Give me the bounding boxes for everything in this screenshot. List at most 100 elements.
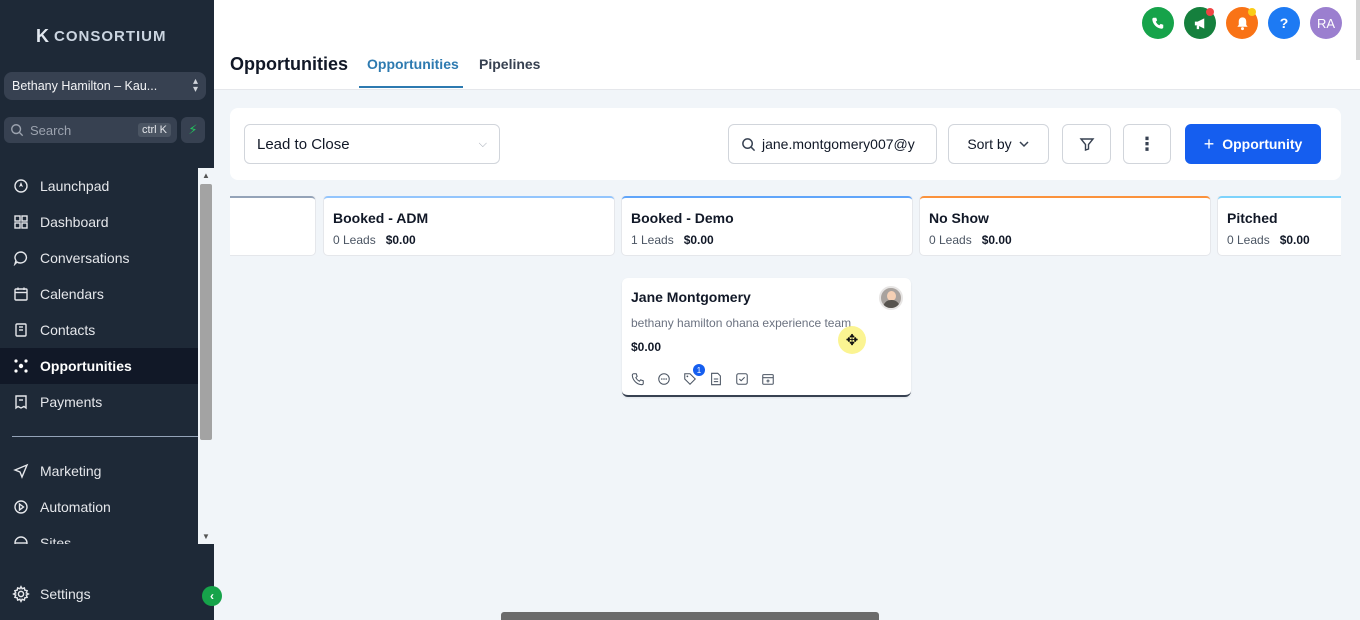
move-cursor-icon: ✥	[838, 326, 866, 354]
lightning-icon: ⚡	[188, 122, 198, 137]
board-horizontal-scrollbar[interactable]	[501, 612, 879, 620]
pipeline-select[interactable]: Lead to Close ⌵	[244, 124, 500, 164]
calendar-icon[interactable]	[759, 370, 777, 388]
sidebar-item-settings[interactable]: Settings	[0, 576, 198, 612]
sidebar-item-dashboard[interactable]: Dashboard	[0, 204, 198, 240]
note-icon[interactable]	[707, 370, 725, 388]
stage-lead-count: 0 Leads	[929, 233, 972, 247]
quick-action-button[interactable]: ⚡	[181, 117, 205, 143]
app-logo[interactable]: K CONSORTIUM	[36, 26, 167, 47]
sidebar-item-calendars[interactable]: Calendars	[0, 276, 198, 312]
vertical-dots-icon: ⋮	[1138, 133, 1156, 154]
filter-button[interactable]	[1062, 124, 1111, 164]
chat-icon	[12, 249, 30, 267]
grid-icon	[12, 213, 30, 231]
stage-summary: 1 Leads $0.00	[631, 233, 714, 247]
calendar-icon	[12, 285, 30, 303]
chevron-down-icon: ⌵	[478, 137, 487, 150]
sidebar-item-marketing[interactable]: Marketing	[0, 453, 198, 489]
sidebar-item-automation[interactable]: Automation	[0, 489, 198, 525]
stage-lead-count: 1 Leads	[631, 233, 674, 247]
stage-summary: 0 Leads $0.00	[929, 233, 1012, 247]
scroll-up-icon[interactable]: ▲	[202, 171, 210, 180]
tag-count-badge: 1	[693, 364, 705, 376]
plus-icon: +	[1203, 133, 1215, 154]
search-icon	[742, 137, 756, 151]
assignee-avatar[interactable]	[879, 286, 903, 310]
stage-lead-count: 0 Leads	[1227, 233, 1270, 247]
chevron-updown-icon: ▴ ▾	[192, 76, 198, 95]
stage-column-header: Booked - Demo 1 Leads $0.00	[622, 196, 912, 255]
stage-column-header: No Show 0 Leads $0.00	[920, 196, 1210, 255]
opportunities-toolbar: Lead to Close ⌵ jane.montgomery007@y Sor…	[230, 108, 1341, 180]
sidebar-item-sites[interactable]: Sites	[0, 525, 198, 544]
sidebar-nav: Launchpad Dashboard Conversations Calend…	[0, 168, 198, 544]
search-value: jane.montgomery007@y	[762, 136, 915, 152]
sidebar-scroll-thumb[interactable]	[200, 184, 212, 440]
sidebar-item-label: Opportunities	[40, 358, 132, 374]
chat-icon[interactable]	[655, 370, 673, 388]
page-header: Opportunities Opportunities Pipelines ? …	[214, 0, 1360, 90]
page-title: Opportunities	[230, 54, 348, 74]
stage-column-header: Booked - ADM 0 Leads $0.00	[324, 196, 614, 255]
rocket-icon	[12, 177, 30, 195]
stage-name: No Show	[929, 210, 989, 226]
task-icon[interactable]	[733, 370, 751, 388]
announcements-button[interactable]	[1184, 7, 1216, 39]
question-mark-icon: ?	[1279, 15, 1289, 31]
scroll-down-icon[interactable]: ▼	[202, 532, 210, 541]
automation-icon	[12, 498, 30, 516]
tag-icon[interactable]: 1	[681, 364, 705, 388]
collapse-sidebar-button[interactable]: ‹	[202, 586, 222, 606]
nav-divider	[12, 436, 198, 437]
sort-by-label: Sort by	[967, 136, 1012, 152]
opportunity-value: $0.00	[631, 340, 662, 354]
sort-by-button[interactable]: Sort by	[948, 124, 1049, 164]
sidebar-item-label: Dashboard	[40, 214, 109, 230]
megaphone-icon	[1194, 17, 1204, 29]
tab-opportunities[interactable]: Opportunities	[367, 56, 459, 72]
notification-dot	[1248, 8, 1256, 16]
sidebar-item-label: Marketing	[40, 463, 102, 479]
phone-button[interactable]	[1142, 7, 1174, 39]
help-button[interactable]: ?	[1268, 7, 1300, 39]
search-shortcut: ctrl K	[137, 123, 171, 137]
search-placeholder: Search	[30, 122, 72, 138]
logo-text: CONSORTIUM	[54, 28, 167, 45]
account-switcher[interactable]: Bethany Hamilton – Kau... ▴ ▾	[4, 72, 206, 100]
add-opportunity-button[interactable]: + Opportunity	[1185, 124, 1321, 164]
stage-name: Pitched	[1227, 210, 1278, 226]
sidebar-item-label: Settings	[40, 586, 91, 602]
stage-amount: $0.00	[683, 233, 714, 247]
sidebar-item-conversations[interactable]: Conversations	[0, 240, 198, 276]
sidebar-item-contacts[interactable]: Contacts	[0, 312, 198, 348]
sidebar-search[interactable]: Search ctrl K	[4, 117, 177, 143]
sidebar-item-label: Contacts	[40, 322, 96, 338]
opportunity-card[interactable]: Jane Montgomery bethany hamilton ohana e…	[622, 278, 911, 397]
sidebar-item-label: Automation	[40, 499, 111, 515]
sidebar-item-opportunities[interactable]: Opportunities	[0, 348, 198, 384]
receipt-icon	[12, 393, 30, 411]
page-scrollbar[interactable]	[1356, 0, 1360, 60]
opportunity-search-input[interactable]: jane.montgomery007@y	[728, 124, 937, 164]
gear-icon	[12, 585, 30, 603]
stage-summary: 0 Leads $0.00	[333, 233, 416, 247]
sidebar-item-label: Launchpad	[40, 178, 110, 194]
phone-icon[interactable]	[629, 370, 647, 388]
user-avatar[interactable]: RA	[1310, 7, 1342, 39]
sidebar-item-launchpad[interactable]: Launchpad	[0, 168, 198, 204]
sidebar-item-label: Calendars	[40, 286, 104, 302]
notifications-button[interactable]	[1226, 7, 1258, 39]
sidebar: K CONSORTIUM Bethany Hamilton – Kau... ▴…	[0, 0, 222, 620]
sidebar-item-payments[interactable]: Payments	[0, 384, 198, 420]
more-options-button[interactable]: ⋮	[1123, 124, 1171, 164]
account-name: Bethany Hamilton – Kau...	[12, 79, 158, 93]
opportunity-name[interactable]: Jane Montgomery	[631, 289, 751, 305]
sidebar-scrollbar[interactable]: ▲ ▼	[198, 168, 214, 544]
pipeline-board[interactable]: Booked - ADM 0 Leads $0.00 Booked - Demo …	[230, 196, 1341, 606]
tab-pipelines[interactable]: Pipelines	[479, 56, 540, 72]
send-icon	[12, 462, 30, 480]
opportunity-source: bethany hamilton ohana experience team	[631, 316, 852, 330]
notification-dot	[1206, 8, 1214, 16]
stage-lead-count: 0 Leads	[333, 233, 376, 247]
